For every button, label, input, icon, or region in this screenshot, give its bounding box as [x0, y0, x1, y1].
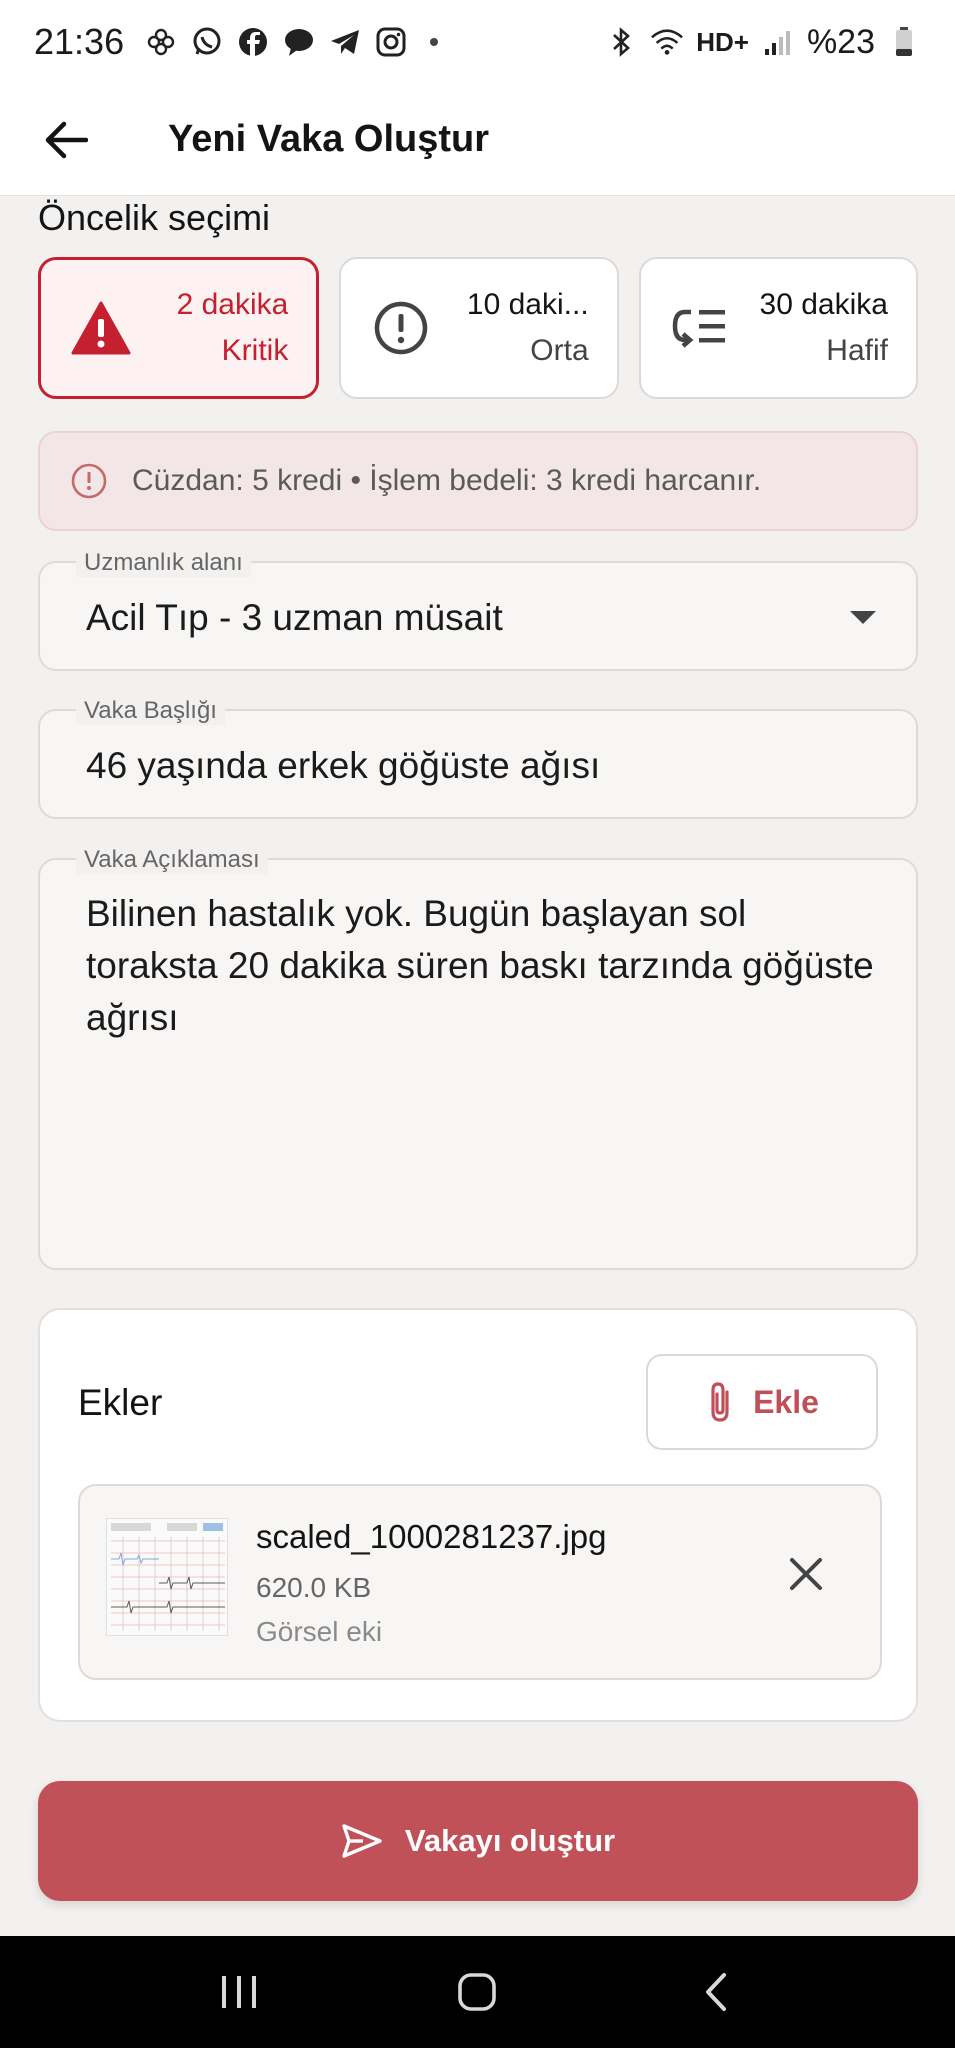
instagram-icon: [374, 25, 408, 59]
app-bar: Yeni Vaka Oluştur: [0, 84, 955, 196]
system-nav-bar: [0, 1936, 955, 2048]
alert-circle-icon: [371, 298, 431, 358]
case-title-field[interactable]: Vaka Başlığı 46 yaşında erkek göğüste ağ…: [38, 697, 918, 819]
warning-triangle-icon: [71, 298, 131, 358]
wallet-info-banner: Cüzdan: 5 kredi • İşlem bedeli: 3 kredi …: [38, 431, 918, 531]
dropdown-arrow-icon: [850, 611, 876, 624]
create-case-button[interactable]: Vakayı oluştur: [38, 1781, 918, 1901]
create-case-label: Vakayı oluştur: [404, 1823, 616, 1858]
priority-option-texts: 30 dakika Hafif: [760, 288, 888, 368]
recent-apps-icon: [222, 1976, 257, 2008]
battery-icon: [887, 25, 921, 59]
arrow-left-icon: [45, 121, 88, 158]
battery-percent: %23: [806, 22, 875, 61]
status-bar-right: HD+ %23: [604, 23, 921, 62]
send-icon: [342, 1824, 382, 1858]
priority-option-critical[interactable]: 2 dakika Kritik: [38, 257, 320, 399]
priority-level: Hafif: [826, 334, 888, 367]
priority-option-medium[interactable]: 10 daki... Orta: [339, 257, 619, 399]
info-icon: [71, 463, 107, 499]
notification-dot: [430, 38, 439, 46]
pinwheel-icon: [144, 25, 178, 59]
remove-attachment-button[interactable]: [776, 1544, 836, 1604]
status-bar-left: 21:36: [34, 21, 439, 63]
specialty-select[interactable]: Uzmanlık alanı Acil Tıp - 3 uzman müsait: [38, 549, 918, 671]
close-icon: [790, 1558, 822, 1590]
attachments-title: Ekler: [78, 1382, 163, 1423]
attachment-file-size: 620.0 KB: [256, 1572, 372, 1603]
case-description-field[interactable]: Vaka Açıklaması Bilinen hastalık yok. Bu…: [38, 846, 918, 1270]
recent-apps-button[interactable]: [194, 1947, 284, 2037]
specialty-label: Uzmanlık alanı: [76, 549, 251, 577]
attachment-file-name: scaled_1000281237.jpg: [256, 1518, 607, 1555]
priority-level: Orta: [530, 334, 589, 367]
wifi-icon: [650, 25, 684, 59]
add-attachment-button[interactable]: Ekle: [646, 1354, 878, 1450]
paperclip-icon: [711, 1382, 729, 1422]
priority-level: Kritik: [221, 334, 289, 367]
priority-time: 2 dakika: [176, 288, 289, 321]
priority-section-label: Öncelik seçimi: [38, 197, 271, 238]
wallet-info-text: Cüzdan: 5 kredi • İşlem bedeli: 3 kredi …: [132, 464, 762, 497]
status-time: 21:36: [34, 21, 125, 62]
home-button[interactable]: [432, 1947, 522, 2037]
network-label: HD+: [696, 26, 749, 57]
priority-time: 10 daki...: [466, 288, 589, 321]
attachment-item: scaled_1000281237.jpg 620.0 KB Görsel ek…: [78, 1484, 882, 1680]
telegram-icon: [328, 25, 362, 59]
status-bar: 21:36 HD+ %23: [0, 0, 955, 84]
attachments-card: Ekler Ekle scaled_1000281237.jpg 620.0 K…: [38, 1308, 918, 1722]
priority-option-texts: 2 dakika Kritik: [177, 288, 289, 368]
home-icon: [458, 1973, 497, 2011]
priority-time: 30 dakika: [759, 288, 888, 321]
message-icon: [282, 25, 316, 59]
low-priority-icon: [671, 298, 731, 358]
specialty-value: Acil Tıp - 3 uzman müsait: [86, 597, 503, 638]
chevron-left-icon: [705, 1973, 726, 2011]
bluetooth-icon: [604, 25, 638, 59]
priority-option-texts: 10 daki... Orta: [467, 288, 589, 368]
case-title-value: 46 yaşında erkek göğüste ağısı: [86, 745, 601, 786]
add-attachment-label: Ekle: [753, 1383, 819, 1420]
back-button[interactable]: [34, 108, 98, 172]
signal-icon: [761, 25, 795, 59]
back-nav-button[interactable]: [671, 1947, 761, 2037]
priority-option-low[interactable]: 30 dakika Hafif: [638, 257, 918, 399]
priority-options: 2 dakika Kritik 10 daki... Orta 30 dakik…: [38, 257, 918, 399]
whatsapp-icon: [190, 25, 224, 59]
attachment-thumbnail: [106, 1518, 228, 1636]
case-title-label: Vaka Başlığı: [76, 697, 225, 725]
case-description-label: Vaka Açıklaması: [76, 846, 268, 874]
page-title: Yeni Vaka Oluştur: [168, 118, 490, 160]
facebook-icon: [236, 25, 270, 59]
case-description-value: Bilinen hastalık yok. Bugün başlayan sol…: [86, 893, 874, 1038]
attachment-file-type: Görsel eki: [256, 1616, 383, 1647]
